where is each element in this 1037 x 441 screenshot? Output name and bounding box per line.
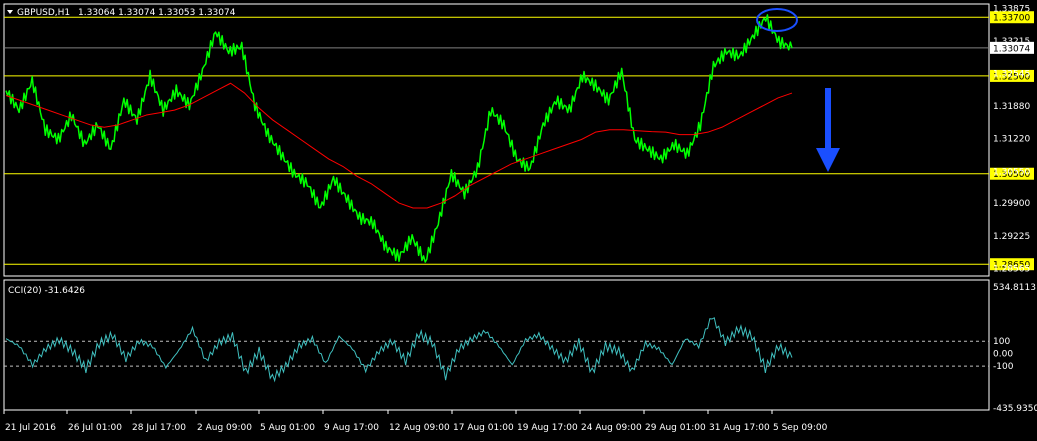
time-axis: 21 Jul 2016 26 Jul 01:00 28 Jul 17:00 2 Aug…	[3, 410, 828, 433]
time-tick-label: 24 Aug 09:00	[581, 423, 642, 433]
time-tick-label: 5 Aug 01:00	[260, 423, 315, 433]
cci-chart-area: 534.8113 100 0.00 -100 -435.9350	[4, 283, 1037, 414]
time-tick-label: 5 Sep 09:00	[773, 423, 828, 433]
price-tick-label: 1.28565	[993, 264, 1030, 274]
level-label: 1.33700	[993, 14, 1030, 24]
quote-label: 1.33064 1.33074 1.33053 1.33074	[78, 8, 236, 18]
main-chart-frame	[3, 3, 990, 277]
time-tick-label: 12 Aug 09:00	[389, 423, 450, 433]
price-axis: 1.337001.325001.305001.286501.338751.332…	[990, 5, 1034, 274]
time-tick-label: 21 Jul 2016	[5, 423, 56, 433]
collapse-triangle-icon[interactable]	[7, 10, 13, 14]
symbol-label: GBPUSD,H1	[17, 8, 70, 18]
current-price-label: 1.33074	[993, 44, 1030, 54]
down-arrow-icon	[816, 88, 840, 172]
price-tick-label: 1.29225	[993, 232, 1030, 242]
cci-tick-label: 0.00	[993, 350, 1013, 360]
time-tick-label: 17 Aug 01:00	[453, 423, 514, 433]
cci-tick-label: -435.9350	[993, 404, 1037, 414]
chart-canvas: 534.81131000.00-100-435.9350 1.337001.32…	[3, 3, 1037, 433]
time-tick-label: 31 Aug 17:00	[709, 423, 770, 433]
cci-tick-label: 534.8113	[993, 283, 1036, 293]
time-tick-label: 29 Aug 01:00	[645, 423, 706, 433]
time-tick-label: 26 Jul 01:00	[68, 423, 122, 433]
price-series-line	[5, 14, 793, 263]
cci-tick-label: -100	[993, 362, 1014, 372]
cci-indicator-label: CCI(20) -31.6426	[8, 286, 85, 296]
cci-series-line	[5, 317, 793, 383]
time-tick-label: 9 Aug 17:00	[324, 423, 379, 433]
price-tick-label: 1.31880	[993, 102, 1030, 112]
main-chart-area	[4, 14, 989, 265]
time-tick-label: 19 Aug 17:00	[517, 423, 578, 433]
price-tick-label: 1.29900	[993, 199, 1030, 209]
cci-tick-label: 100	[993, 337, 1010, 347]
price-tick-label: 1.33875	[993, 5, 1030, 15]
price-tick-label: 1.32545	[993, 70, 1030, 80]
time-tick-label: 28 Jul 17:00	[132, 423, 186, 433]
cci-chart-frame	[3, 279, 990, 411]
price-tick-label: 1.30550	[993, 167, 1030, 177]
time-tick-label: 2 Aug 09:00	[197, 423, 252, 433]
price-tick-label: 1.31220	[993, 135, 1030, 145]
